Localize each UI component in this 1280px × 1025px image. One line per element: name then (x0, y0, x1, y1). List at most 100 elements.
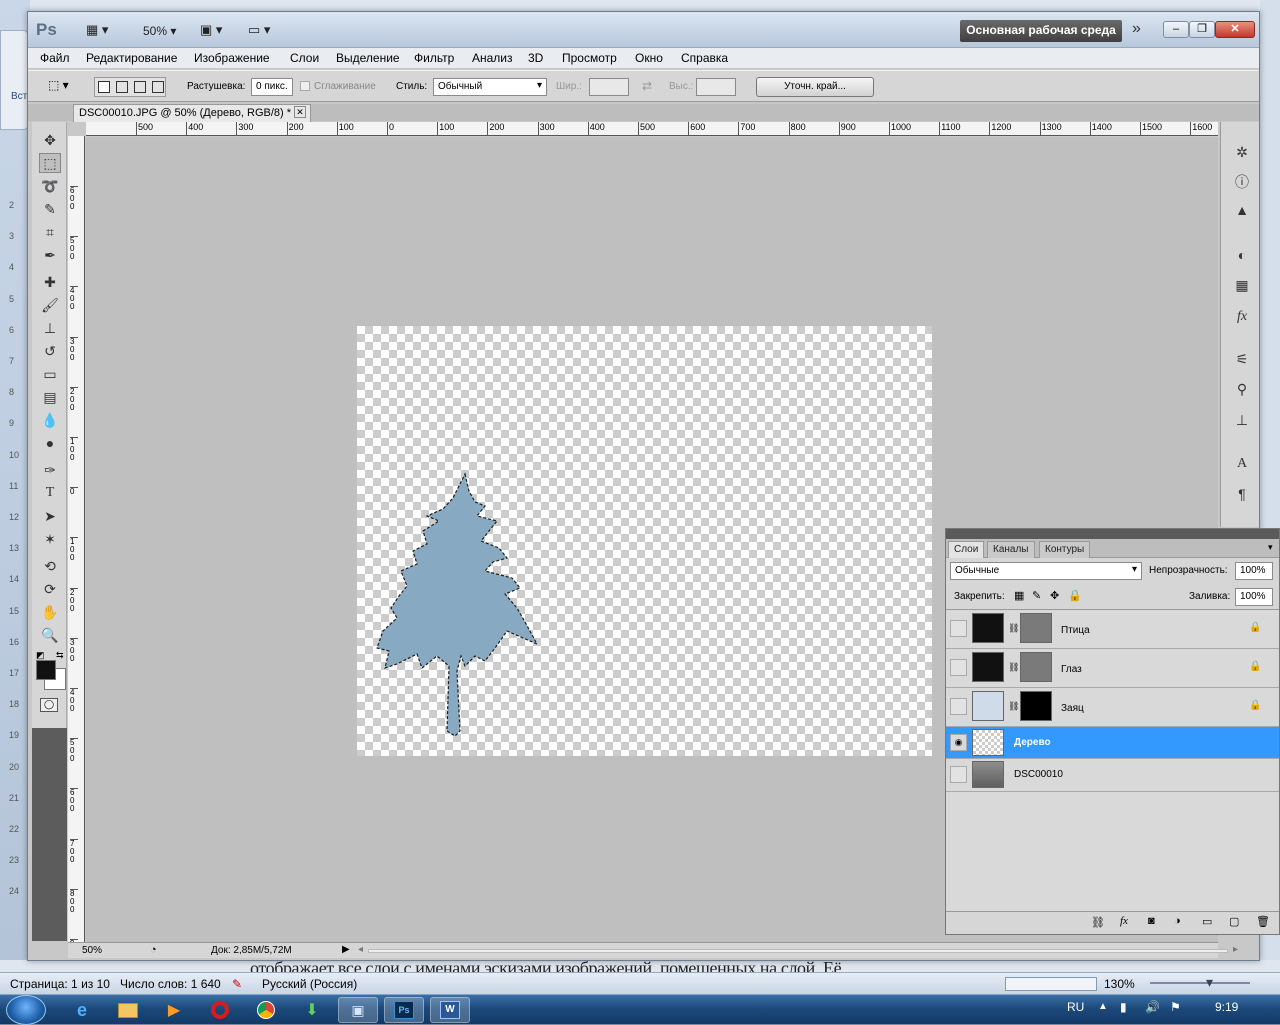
folder-icon[interactable]: ▭ (1202, 915, 1212, 928)
taskbar-opera-icon[interactable] (200, 997, 240, 1023)
trash-icon[interactable]: 🗑 (1256, 915, 1270, 928)
visibility-toggle[interactable] (950, 620, 967, 637)
visibility-toggle[interactable] (950, 659, 967, 676)
keyboard-language[interactable]: RU (1067, 1000, 1084, 1014)
tab-paths[interactable]: Контуры (1039, 541, 1091, 558)
mask-thumbnail[interactable] (1020, 652, 1052, 682)
dodge-tool-icon[interactable]: ● (39, 433, 61, 453)
swap-colors-icon[interactable]: ⇆ (56, 650, 64, 661)
eraser-icon[interactable]: ▭ (39, 364, 61, 384)
fill-input[interactable]: 100% (1235, 588, 1273, 606)
visibility-toggle[interactable] (950, 766, 967, 783)
refine-edge-button[interactable]: Уточн. край... (756, 77, 874, 97)
new-selection-icon[interactable] (98, 81, 110, 93)
restore-button[interactable]: ❐ (1189, 21, 1215, 38)
speaker-icon[interactable]: 🔊 (1145, 1000, 1160, 1014)
taskbar-download-icon[interactable]: ⬇ (292, 997, 332, 1023)
layer-row[interactable]: DSC00010 (946, 759, 1279, 792)
chain-link-icon[interactable]: ⛓ (1008, 701, 1019, 712)
clone-stamp-icon[interactable]: ⊥ (39, 318, 61, 338)
feather-input[interactable]: 0 пикс. (251, 78, 293, 96)
zoom-combo[interactable]: 50% ▾ (143, 24, 176, 38)
menu-edit[interactable]: Редактирование (86, 51, 177, 65)
expand-workspaces-icon[interactable]: » (1132, 20, 1141, 38)
tab-channels[interactable]: Каналы (987, 541, 1035, 558)
height-input[interactable] (696, 78, 736, 96)
path-selection-icon[interactable]: ➤ (39, 506, 61, 526)
paragraph-icon[interactable]: ¶ (1231, 484, 1253, 504)
document-tab[interactable]: DSC00010.JPG @ 50% (Дерево, RGB/8) * ✕ (73, 104, 311, 122)
selection-mode-buttons[interactable] (94, 77, 166, 97)
menu-file[interactable]: Файл (40, 51, 70, 65)
status-menu-arrow-icon[interactable]: ▶ (342, 944, 350, 955)
action-center-icon[interactable]: ⚑ (1170, 1000, 1181, 1014)
taskbar-photoshop-icon[interactable]: Ps (384, 997, 424, 1023)
scroll-right-icon[interactable]: ▸ (1233, 944, 1238, 955)
navigator-icon[interactable]: ✲ (1231, 142, 1253, 162)
histogram-icon[interactable]: ▲ (1231, 200, 1253, 220)
mask-thumbnail[interactable] (1020, 691, 1052, 721)
minimize-button[interactable]: – (1163, 21, 1189, 38)
history-brush-icon[interactable]: ↺ (39, 341, 61, 361)
type-tool-icon[interactable]: T (39, 483, 61, 503)
scroll-left-icon[interactable]: ◂ (358, 944, 363, 955)
width-input[interactable] (589, 78, 629, 96)
tray-expand-icon[interactable]: ▲ (1098, 1001, 1108, 1012)
healing-brush-icon[interactable]: ✚ (39, 272, 61, 292)
horizontal-scrollbar[interactable] (368, 949, 1228, 953)
taskbar-media-icon[interactable]: ▶ (154, 997, 194, 1023)
status-zoom[interactable]: 50% (82, 945, 102, 956)
visibility-toggle[interactable] (950, 698, 967, 715)
layer-row[interactable]: ⛓ Глаз 🔒 (946, 649, 1279, 688)
swatches-icon[interactable]: ▦ (1231, 275, 1253, 295)
gradient-icon[interactable]: ▤ (39, 387, 61, 407)
word-page-count[interactable]: Страница: 1 из 10 (10, 977, 110, 991)
chain-link-icon[interactable]: ⛓ (1008, 662, 1019, 673)
start-button[interactable] (6, 995, 46, 1025)
menu-view[interactable]: Просмотр (562, 51, 617, 65)
menu-3d[interactable]: 3D (528, 51, 543, 65)
quick-mask-icon[interactable]: ◯ (40, 698, 58, 712)
shape-tool-icon[interactable]: ✶ (39, 529, 61, 549)
view-buttons[interactable] (1005, 977, 1097, 991)
pen-tool-icon[interactable]: ✑ (39, 460, 61, 480)
opacity-input[interactable]: 100% (1235, 562, 1273, 580)
add-selection-icon[interactable] (116, 81, 128, 93)
info-icon[interactable]: ⓘ (1231, 172, 1253, 192)
subtract-selection-icon[interactable] (134, 81, 146, 93)
taskbar-network-icon[interactable]: ▣ (338, 997, 378, 1023)
menu-analysis[interactable]: Анализ (472, 51, 513, 65)
tool-preset-picker[interactable]: ⬚ ▾ (48, 78, 82, 96)
color-icon[interactable]: ◐ (1231, 245, 1253, 265)
foreground-color-swatch[interactable] (36, 660, 56, 680)
antialias-checkbox[interactable] (300, 81, 310, 91)
brush-tool-icon[interactable]: 🖌 (39, 295, 61, 315)
layer-row-selected[interactable]: ◉ Дерево (946, 727, 1279, 759)
spellcheck-icon[interactable]: ✎ (232, 977, 242, 991)
launch-bridge-icon[interactable]: ▦ ▾ (86, 22, 126, 40)
word-word-count[interactable]: Число слов: 1 640 (120, 977, 221, 991)
lock-position-icon[interactable]: ✥ (1050, 589, 1059, 602)
menu-select[interactable]: Выделение (336, 51, 400, 65)
tool-presets-icon[interactable]: ⊥ (1231, 410, 1253, 430)
move-tool-icon[interactable]: ✥ (39, 130, 61, 150)
menu-image[interactable]: Изображение (194, 51, 270, 65)
lock-pixels-icon[interactable]: ✎ (1032, 589, 1041, 602)
blend-mode-select[interactable]: Обычные ▾ (950, 562, 1142, 580)
layer-row[interactable]: ⛓ Птица 🔒 (946, 610, 1279, 649)
zoom-slider[interactable] (1150, 982, 1250, 984)
styles-icon[interactable]: fx (1231, 307, 1253, 327)
panel-menu-icon[interactable]: ▾ (1268, 542, 1273, 553)
document-canvas[interactable] (357, 326, 932, 756)
3d-rotate-icon[interactable]: ⟲ (39, 556, 61, 576)
style-select[interactable]: Обычный ▾ (433, 78, 547, 96)
chain-link-icon[interactable]: ⛓ (1008, 623, 1019, 634)
mask-icon[interactable]: ◙ (1148, 915, 1155, 927)
menu-filter[interactable]: Фильтр (414, 51, 454, 65)
close-tab-icon[interactable]: ✕ (294, 106, 306, 118)
eye-icon[interactable]: ◉ (950, 734, 967, 751)
taskbar-chrome-icon[interactable] (246, 997, 286, 1023)
marquee-tool-icon[interactable]: ⬚ (39, 153, 61, 173)
clone-source-icon[interactable]: ⚲ (1231, 379, 1253, 399)
3d-orbit-icon[interactable]: ⟳ (39, 579, 61, 599)
